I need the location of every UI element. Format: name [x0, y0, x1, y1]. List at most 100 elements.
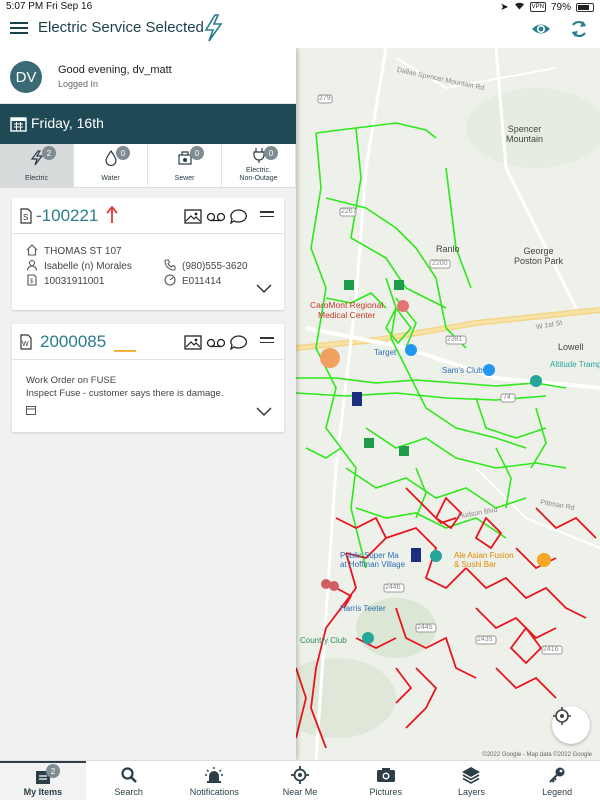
tab-non-outage-label: Electric, Non-Outage: [239, 167, 278, 182]
date-band: Friday, 16th: [0, 104, 296, 144]
app-bar: Electric Service Selected: [0, 14, 600, 48]
map-label-country-club: Country Club: [300, 636, 347, 645]
tab-water-count: 0: [116, 146, 130, 160]
comment-icon[interactable]: [229, 209, 248, 229]
tab-non-outage-count: 0: [264, 146, 278, 160]
meter-number: E011414: [182, 276, 222, 287]
bottom-nav: 2 My Items Search Notifications Near Me …: [0, 760, 600, 800]
card-menu-icon[interactable]: [260, 337, 274, 346]
work-order-details: Work Order on FUSE Inspect Fuse - custom…: [12, 360, 284, 432]
layers-icon: [461, 766, 481, 789]
tab-water-label: Water: [101, 175, 120, 182]
map-label-george-poston-park: George Poston Park: [514, 246, 564, 266]
status-bar: 5:07 PM Fri Sep 16 ➤ VPN 79%: [0, 0, 600, 14]
nav-near-me[interactable]: Near Me: [257, 761, 343, 800]
nav-legend[interactable]: Legend: [514, 761, 600, 800]
account-row: $ 10031911001: [26, 274, 104, 289]
refresh-icon[interactable]: [568, 18, 590, 45]
bolt-icon: [202, 14, 224, 47]
nav-pictures[interactable]: Pictures: [343, 761, 429, 800]
user-header: DV Good evening, dv_matt Logged In: [0, 48, 296, 104]
tab-electric-non-outage[interactable]: 0 Electric, Non-Outage: [222, 144, 296, 187]
work-order-title: Work Order on FUSE: [26, 375, 117, 386]
map-label-rd-2381: 2381: [447, 336, 463, 343]
map-view[interactable]: Dallas Spencer Mountain Rd Spencer Mount…: [296, 48, 600, 760]
card-actions: [184, 209, 248, 229]
work-order-card[interactable]: S -100221 THOMAS ST 107 Isabelle (n) Mor…: [12, 198, 284, 310]
location-icon: ➤: [500, 1, 509, 13]
chevron-down-icon[interactable]: [256, 281, 272, 299]
svg-text:W: W: [22, 341, 29, 348]
map-canvas: [296, 48, 600, 760]
map-label-harris-teeter: Harris Teeter: [340, 604, 386, 613]
map-label-rd-2446: 2446: [385, 584, 401, 591]
meter-icon: [164, 274, 176, 289]
work-order-number[interactable]: -100221: [36, 206, 98, 226]
work-order-details: THOMAS ST 107 Isabelle (n) Morales (980)…: [12, 234, 284, 309]
tab-sewer[interactable]: 0 Sewer: [148, 144, 222, 187]
map-label-rd-2435: 2435: [477, 636, 493, 643]
tab-electric[interactable]: 2 Electric: [0, 144, 74, 187]
my-items-count: 2: [46, 764, 60, 778]
chevron-down-icon[interactable]: [256, 404, 272, 422]
account-icon: $: [26, 274, 38, 289]
meter-row: E011414: [164, 274, 221, 289]
nav-notifications[interactable]: Notifications: [171, 761, 257, 800]
wifi-icon: [514, 1, 525, 13]
service-tabs: 2 Electric 0 Water 0 Sewer 0 Electric, N…: [0, 144, 296, 188]
status-indicators: ➤ VPN 79%: [500, 1, 594, 13]
nav-layers[interactable]: Layers: [429, 761, 515, 800]
map-copyright: ©2022 Google - Map data ©2022 Google: [482, 752, 592, 758]
vpn-badge: VPN: [529, 2, 546, 12]
work-order-header: S -100221: [12, 198, 284, 234]
tab-water[interactable]: 0 Water: [74, 144, 148, 187]
calendar-icon[interactable]: [10, 115, 27, 137]
battery-percent: 79%: [550, 1, 571, 13]
status-time: 5:07 PM: [6, 1, 44, 12]
card-menu-icon[interactable]: [260, 211, 274, 220]
address-row: THOMAS ST 107: [26, 244, 122, 259]
voicemail-icon[interactable]: [206, 335, 226, 355]
work-order-header: W 2000085: [12, 324, 284, 360]
nav-my-items[interactable]: 2 My Items: [0, 761, 86, 800]
key-icon: [548, 766, 566, 789]
login-status: Logged In: [58, 79, 99, 89]
visibility-icon[interactable]: [530, 18, 552, 45]
map-label-rd-279: 279: [319, 95, 331, 102]
search-icon: [120, 766, 138, 789]
battery-icon: [576, 2, 594, 12]
map-label-sams-club: Sam's Club: [442, 366, 483, 375]
selected-date[interactable]: Friday, 16th: [31, 115, 104, 131]
tab-electric-count: 2: [42, 146, 56, 160]
avatar[interactable]: DV: [10, 61, 42, 93]
phone-number[interactable]: (980)555-3620: [182, 261, 248, 272]
picture-icon[interactable]: [184, 209, 202, 229]
document-icon: W: [20, 334, 32, 355]
map-label-ranlo: Ranlo: [436, 244, 460, 254]
work-order-number[interactable]: 2000085: [40, 332, 106, 352]
contact-row: Isabelle (n) Morales: [26, 259, 132, 274]
map-label-publix: Publix Super Ma at Hoffman Village: [340, 551, 406, 569]
comment-icon[interactable]: [229, 335, 248, 355]
locate-me-button[interactable]: [552, 706, 590, 744]
picture-icon[interactable]: [184, 335, 202, 355]
tab-sewer-count: 0: [190, 146, 204, 160]
water-drop-icon: [104, 149, 117, 171]
map-label-rd-2267: 2267: [341, 208, 357, 215]
nav-search[interactable]: Search: [86, 761, 172, 800]
greeting: Good evening, dv_matt: [58, 64, 172, 76]
phone-row[interactable]: (980)555-3620: [164, 259, 248, 274]
menu-icon[interactable]: [10, 20, 30, 40]
priority-high-icon: [106, 205, 118, 229]
work-order-card[interactable]: W 2000085 Work Order on FUSE Inspect Fus…: [12, 324, 284, 432]
house-icon: [26, 244, 38, 259]
address: THOMAS ST 107: [44, 246, 122, 257]
status-date: Fri Sep 16: [46, 1, 93, 12]
map-label-target: Target: [374, 348, 397, 357]
priority-medium-icon: [114, 340, 136, 358]
account-number: 10031911001: [44, 276, 105, 287]
tab-sewer-label: Sewer: [174, 175, 195, 182]
voicemail-icon[interactable]: [206, 209, 226, 229]
work-order-description: Inspect Fuse - customer says there is da…: [26, 388, 224, 399]
contact-name: Isabelle (n) Morales: [44, 261, 132, 272]
